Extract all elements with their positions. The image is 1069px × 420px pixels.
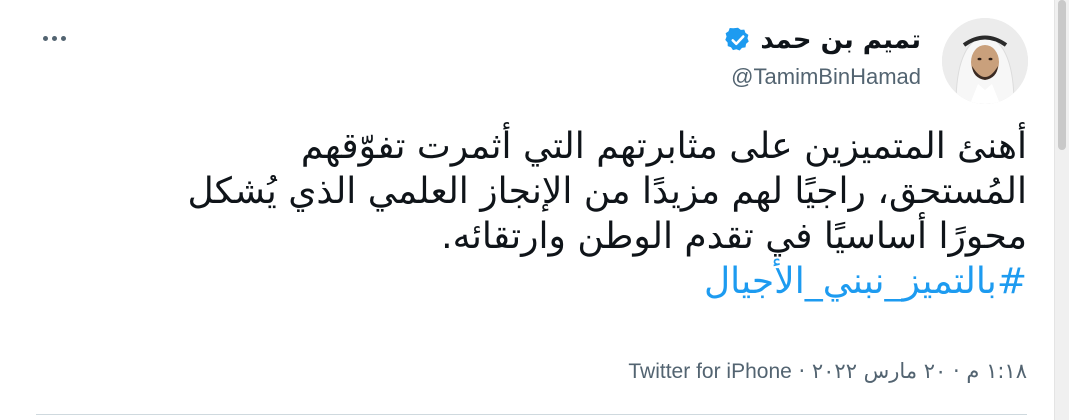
meta-separator: · (798, 359, 806, 383)
tweet-text: أهنئ المتميزين على مثابرتهم التي أثمرت ت… (47, 124, 1027, 304)
verified-badge-icon (724, 26, 752, 54)
tweet-text-line: أهنئ المتميزين على مثابرتهم التي أثمرت ت… (300, 126, 1027, 167)
more-options-icon[interactable] (36, 26, 72, 50)
tweet-source-link[interactable]: Twitter for iPhone (628, 360, 791, 383)
author-display-name[interactable]: تميم بن حمد (760, 22, 921, 58)
hashtag-link[interactable]: #بالتميز_نبني_الأجيال (704, 261, 1027, 302)
avatar[interactable] (942, 18, 1028, 104)
meta-separator: · (953, 359, 960, 383)
more-dot (42, 35, 48, 41)
tweet-time[interactable]: ١:١٨ م (966, 359, 1027, 383)
divider (36, 414, 1027, 415)
tweet-text-line: محورًا أساسيًا في تقدم الوطن وارتقائه. (441, 216, 1027, 257)
tweet-date[interactable]: ٢٠ مارس ٢٠٢٢ (812, 359, 946, 383)
scrollbar[interactable] (1054, 0, 1069, 420)
tweet-text-line: المُستحق، راجيًا لهم مزيدًا من الإنجاز ا… (187, 171, 1027, 212)
author-name-row[interactable]: تميم بن حمد (724, 22, 921, 58)
avatar-image (942, 18, 1028, 104)
more-dot (51, 35, 57, 41)
tweet-card: تميم بن حمد @TamimBinHamad أهنئ المتميزي… (0, 0, 1069, 420)
scrollbar-thumb[interactable] (1058, 0, 1066, 150)
tweet-meta: ١:١٨ م · ٢٠ مارس ٢٠٢٢ · Twitter for iPho… (628, 356, 1027, 387)
author-handle[interactable]: @TamimBinHamad (731, 62, 921, 92)
more-dot (60, 35, 66, 41)
